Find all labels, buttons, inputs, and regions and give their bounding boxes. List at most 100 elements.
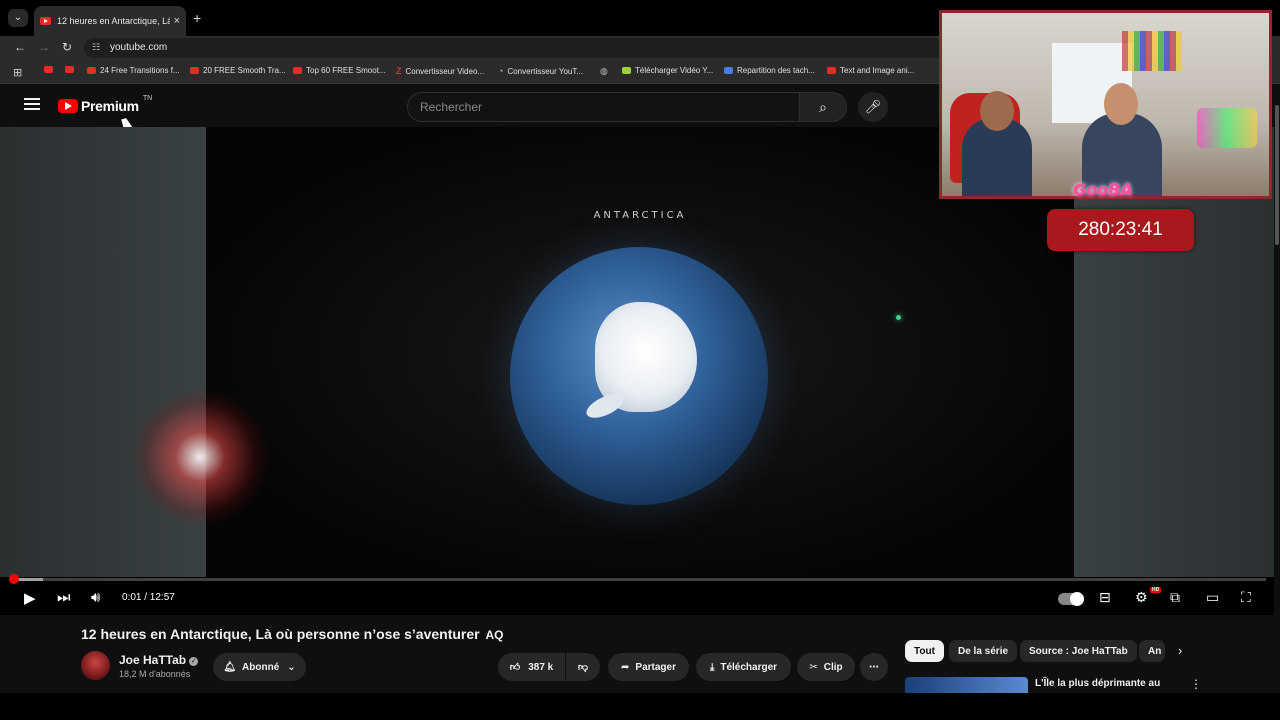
search-input[interactable] — [408, 93, 799, 121]
reload-icon[interactable]: ↻ — [62, 40, 72, 54]
chip-series[interactable]: De la série — [949, 640, 1018, 662]
play-icon[interactable]: ▶ — [24, 589, 36, 607]
volume-icon[interactable]: 🔊︎ — [91, 589, 100, 606]
bookmark-item[interactable]: Text and Image ani... — [827, 66, 914, 75]
chevron-right-icon[interactable]: › — [1178, 643, 1182, 658]
bookmark-label: 20 FREE Smooth Tra... — [203, 66, 286, 75]
apps-grid-icon[interactable]: ⊞ — [13, 66, 22, 79]
bookmark-item[interactable]: 20 FREE Smooth Tra... — [190, 66, 286, 75]
browser-tab-active[interactable]: 12 heures en Antarctique, Là où personne… — [34, 6, 186, 36]
bookmark-label: Repartition des tach... — [737, 66, 815, 75]
bookmark-label: Convertisseur Video... — [405, 66, 485, 76]
bookmark-item[interactable]: ◔ Convertisseur YouT... — [498, 66, 583, 76]
more-actions-button[interactable]: ⋯ — [860, 653, 888, 681]
time-display: 0:01 / 12:57 — [122, 592, 175, 603]
recommendation-title[interactable]: L'Île la plus déprimante au — [1035, 678, 1160, 689]
download-button[interactable]: ⤓ Télécharger — [696, 653, 791, 681]
cam-rgb-lights — [1197, 108, 1257, 148]
thumbs-up-icon: 👍︎ — [509, 662, 521, 673]
chip-source[interactable]: Source : Joe HaTTab — [1020, 640, 1137, 662]
download-icon: ⤓ — [709, 661, 715, 673]
tab-close-icon[interactable]: × — [174, 15, 180, 27]
microphone-icon: 🎤︎ — [864, 99, 882, 114]
scrubber-handle[interactable] — [8, 574, 19, 584]
cam-head-left — [980, 91, 1014, 131]
video-title-text: 12 heures en Antarctique, Là où personne… — [81, 626, 480, 642]
cam-head-right — [1104, 83, 1138, 125]
page-scrollbar[interactable] — [1274, 85, 1280, 693]
hamburger-menu-icon[interactable] — [24, 98, 40, 110]
search-icon: ⌕ — [819, 99, 827, 115]
autoplay-toggle[interactable] — [1058, 592, 1084, 606]
back-arrow-icon[interactable]: ← — [14, 40, 26, 54]
globe-icon: ◍ — [600, 66, 608, 76]
search-box[interactable] — [407, 92, 800, 122]
verified-check-icon: ✓ — [189, 657, 199, 666]
bookmark-item[interactable]: Top 60 FREE Smoot... — [293, 66, 386, 75]
dislike-button[interactable]: 👎︎ — [566, 653, 600, 681]
subscribed-label: Abonné — [242, 661, 280, 673]
site-settings-icon[interactable]: ☷ — [92, 42, 100, 53]
thumbs-down-icon: 👎︎ — [577, 662, 589, 673]
youtube-favicon-icon — [87, 67, 96, 74]
share-arrow-icon: ➦ — [621, 661, 630, 673]
progress-bar[interactable] — [8, 574, 1266, 584]
bookmark-globe[interactable]: ◍ — [600, 66, 612, 77]
like-button[interactable]: 👍︎ 387 k — [498, 653, 565, 681]
youtube-premium-logo[interactable]: Premium TN — [58, 94, 153, 114]
converter-icon: ◔ — [498, 66, 504, 76]
fullscreen-icon[interactable]: ⛶ — [1241, 589, 1251, 606]
share-button[interactable]: ➦ Partager — [608, 653, 689, 681]
scissors-icon: ✂ — [809, 661, 818, 673]
channel-avatar[interactable] — [81, 651, 110, 680]
youtube-favicon-icon — [65, 66, 74, 73]
bottom-strip — [0, 693, 1280, 720]
video-title-suffix: AQ — [485, 628, 504, 642]
channel-name[interactable]: Joe HaTTab ✓ — [119, 653, 199, 667]
next-video-icon[interactable]: ⏭︎ — [57, 589, 71, 606]
scrollbar-thumb[interactable] — [1275, 105, 1279, 245]
clip-label: Clip — [823, 661, 843, 673]
download-label: Télécharger — [720, 661, 778, 673]
video-overlay-text: ANTARCTICA — [593, 210, 687, 221]
bookmark-youtube-1[interactable] — [44, 66, 57, 73]
bookmark-youtube-2[interactable] — [65, 66, 78, 73]
theater-mode-icon[interactable]: ▭ — [1206, 589, 1219, 606]
forward-arrow-icon[interactable]: → — [38, 40, 50, 54]
country-code: TN — [142, 94, 153, 102]
bookmark-item[interactable]: Télécharger Vidéo Y... — [622, 66, 713, 75]
green-light-dot — [896, 315, 901, 320]
tab-search-chevron-icon[interactable]: ⌄ — [8, 9, 28, 27]
bookmark-item[interactable]: Z Convertisseur Video... — [396, 66, 484, 76]
voice-search-button[interactable]: 🎤︎ — [858, 92, 888, 122]
youtube-favicon-icon — [293, 67, 302, 74]
stream-timer: 280:23:41 — [1047, 209, 1194, 251]
youtube-favicon-icon — [190, 67, 199, 74]
miniplayer-icon[interactable]: ⧉ — [1170, 589, 1180, 606]
new-tab-button[interactable]: + — [193, 10, 201, 26]
subtitles-icon[interactable]: ⊟ — [1099, 589, 1111, 606]
bookmark-label: Top 60 FREE Smoot... — [306, 66, 386, 75]
settings-gear-icon[interactable]: ⚙ — [1135, 589, 1148, 606]
share-label: Partager — [635, 661, 676, 673]
address-bar[interactable]: ☷ youtube.com — [84, 38, 944, 58]
bookmark-item[interactable]: 24 Free Transitions f... — [87, 66, 180, 75]
chevron-down-icon: ⌄ — [287, 661, 296, 673]
video-player[interactable]: ANTARCTICA ▶ ⏭︎ 🔊︎ 0:01 / 12:57 ⊟ ⚙ HD ⧉… — [0, 127, 1280, 615]
more-vertical-icon[interactable]: ⋮ — [1190, 677, 1202, 691]
bookmark-label: Convertisseur YouT... — [507, 66, 584, 76]
clip-button[interactable]: ✂ Clip — [797, 653, 855, 681]
bookmark-item[interactable]: Repartition des tach... — [724, 66, 815, 75]
more-horizontal-icon: ⋯ — [869, 661, 879, 673]
hd-badge: HD — [1150, 587, 1162, 593]
youtube-favicon-icon — [44, 66, 53, 73]
chip-all[interactable]: Tout — [905, 640, 944, 662]
search-button[interactable]: ⌕ — [800, 92, 847, 122]
chip-truncated[interactable]: An — [1139, 640, 1165, 662]
streamer-tag: GooBA — [1073, 180, 1133, 199]
video-title: 12 heures en Antarctique, Là où personne… — [81, 626, 504, 642]
subscribed-button[interactable]: 🔔︎ Abonné ⌄ — [213, 653, 306, 681]
z-logo-icon: Z — [396, 66, 402, 76]
download-arrow-icon — [622, 67, 631, 74]
docs-icon — [724, 67, 733, 74]
